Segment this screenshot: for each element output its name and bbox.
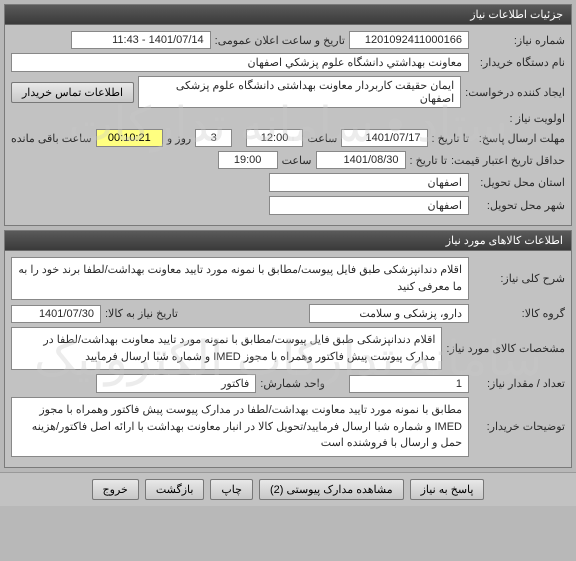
creator-field: ايمان حقيقت كاربردار معاونت بهداشتی دانش… <box>138 76 461 108</box>
items-panel: اطلاعات کالاهای مورد نیاز سامانه تدارکات… <box>4 230 572 468</box>
countdown-field: 00:10:21 <box>96 129 163 147</box>
action-bar: پاسخ به نیاز مشاهده مدارک پیوستی (2) چاپ… <box>0 472 576 506</box>
time-label-2: ساعت <box>282 154 312 167</box>
org-field: معاونت بهداشتي دانشگاه علوم پزشكي اصفهان <box>11 53 469 72</box>
time-label-1: ساعت <box>307 132 337 145</box>
need-info-panel: جزئیات اطلاعات نیاز ستاد • سامانه تدارکا… <box>4 4 572 226</box>
validity-date-field: 1401/08/30 <box>316 151 406 169</box>
reply-button[interactable]: پاسخ به نیاز <box>410 479 485 500</box>
items-header: اطلاعات کالاهای مورد نیاز <box>5 231 571 251</box>
group-field: دارو، پزشکی و سلامت <box>309 304 469 323</box>
spec-label: مشخصات کالای مورد نیاز: <box>446 342 565 355</box>
qty-field: 1 <box>349 375 469 393</box>
desc-field: اقلام دندانپزشکی طبق فایل پیوست/مطابق با… <box>11 257 469 300</box>
delivery-city-field: اصفهان <box>269 196 469 215</box>
need-info-header: جزئیات اطلاعات نیاز <box>5 5 571 25</box>
deadline-date-field: 1401/07/17 <box>341 129 427 147</box>
unit-field: فاكتور <box>96 374 256 393</box>
exit-button[interactable]: خروج <box>92 479 139 500</box>
remaining-label: ساعت باقی مانده <box>11 132 92 145</box>
deadline-time-field: 12:00 <box>246 129 304 147</box>
days-remaining-field: 3 <box>195 129 232 147</box>
items-title: اطلاعات کالاهای مورد نیاز <box>446 235 563 247</box>
announce-field: 1401/07/14 - 11:43 <box>71 31 211 49</box>
deadline-label: مهلت ارسال پاسخ: <box>473 132 565 145</box>
org-label: نام دستگاه خریدار: <box>473 56 565 69</box>
spec-field: اقلام دندانپزشکی طبق فایل پیوست/مطابق با… <box>11 327 442 370</box>
validity-time-field: 19:00 <box>218 151 278 169</box>
attachments-button[interactable]: مشاهده مدارک پیوستی (2) <box>259 479 404 500</box>
print-button[interactable]: چاپ <box>210 479 253 500</box>
back-button[interactable]: بازگشت <box>145 479 205 500</box>
to-date-label: تا تاریخ : <box>432 132 469 145</box>
desc-label: شرح کلی نیاز: <box>473 272 565 285</box>
delivery-province-label: استان محل تحویل: <box>473 176 565 189</box>
qty-label: تعداد / مقدار نیاز: <box>473 377 565 390</box>
delivery-city-label: شهر محل تحویل: <box>473 199 565 212</box>
need-number-field: 1201092411000166 <box>349 31 469 49</box>
need-date-field: 1401/07/30 <box>11 305 101 323</box>
announce-label: تاریخ و ساعت اعلان عمومی: <box>215 34 345 47</box>
days-label: روز و <box>167 132 191 145</box>
delivery-province-field: اصفهان <box>269 173 469 192</box>
buyer-notes-label: توضیحات خریدار: <box>473 420 565 433</box>
contact-buyer-button[interactable]: اطلاعات تماس خریدار <box>11 82 134 103</box>
buyer-notes-field: مطابق با نمونه مورد تایید معاونت بهداشت/… <box>11 397 469 457</box>
need-date-label: تاریخ نیاز به کالا: <box>105 307 178 320</box>
panel-title: جزئیات اطلاعات نیاز <box>470 9 563 21</box>
validity-label: حداقل تاریخ اعتبار قیمت: <box>451 154 565 167</box>
validity-to-label: تا تاریخ : <box>410 154 447 167</box>
unit-label: واحد شمارش: <box>260 377 325 390</box>
need-number-label: شماره نیاز: <box>473 34 565 47</box>
creator-label: ایجاد کننده درخواست: <box>465 86 565 99</box>
group-label: گروه کالا: <box>473 307 565 320</box>
priority-label: اولویت نیاز : <box>473 112 565 125</box>
